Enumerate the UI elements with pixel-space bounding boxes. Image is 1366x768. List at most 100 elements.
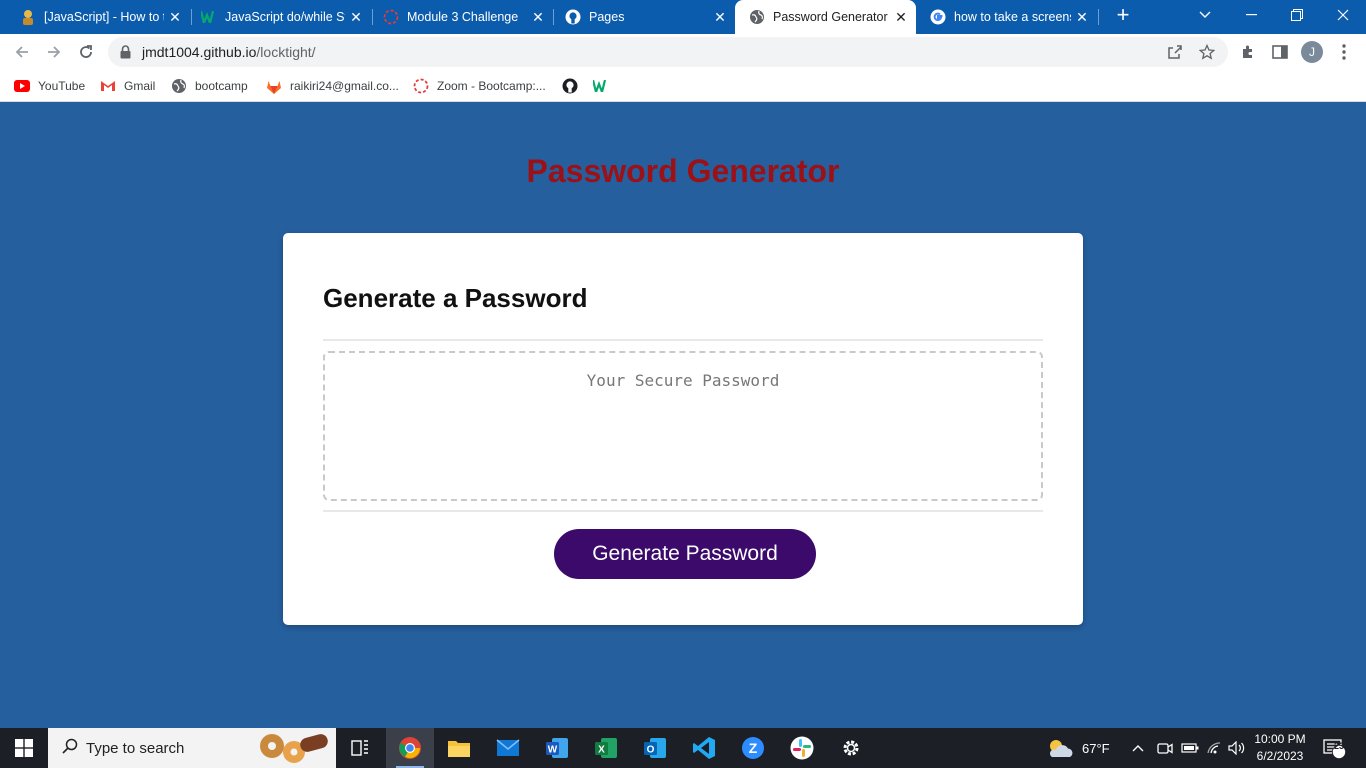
taskbar-settings[interactable]	[827, 728, 875, 768]
side-panel-icon[interactable]	[1270, 42, 1290, 62]
tab-title: Password Generator	[773, 10, 888, 24]
bookmark-star-icon[interactable]	[1198, 43, 1216, 61]
bookmark-github[interactable]	[562, 76, 586, 96]
svg-text:X: X	[598, 745, 605, 756]
bookmark-label: YouTube	[38, 79, 86, 93]
clock-time: 10:00 PM	[1254, 732, 1306, 746]
extensions-puzzle-icon[interactable]	[1238, 42, 1258, 62]
back-button[interactable]	[8, 38, 36, 66]
tab-pages[interactable]: Pages ✕	[551, 0, 735, 34]
taskbar-zoom[interactable]: Z	[729, 728, 777, 768]
menu-kebab-icon[interactable]	[1334, 42, 1354, 62]
close-icon[interactable]: ✕	[709, 9, 731, 26]
battery-button[interactable]	[1181, 728, 1199, 768]
taskbar-file-explorer[interactable]	[435, 728, 483, 768]
wifi-icon	[1207, 742, 1221, 754]
restore-icon	[1291, 9, 1303, 21]
password-output[interactable]	[323, 351, 1043, 501]
volume-button[interactable]	[1228, 728, 1246, 768]
word-icon: W	[546, 738, 568, 758]
browser-toolbar: jmdt1004.github.io/locktight/ J	[0, 34, 1366, 70]
forward-button[interactable]	[40, 38, 68, 66]
system-clock[interactable]: 10:00 PM 6/2/2023	[1248, 731, 1312, 765]
show-hidden-icons-button[interactable]	[1132, 728, 1144, 768]
tab-javascript-do-while[interactable]: JavaScript do/while St ✕	[187, 0, 371, 34]
taskbar-mail[interactable]	[484, 728, 532, 768]
meet-now-button[interactable]	[1157, 728, 1173, 768]
close-icon	[1337, 9, 1349, 21]
excel-icon: X	[595, 738, 617, 758]
bookmark-bootcamp[interactable]: bootcamp	[171, 76, 248, 96]
close-icon[interactable]: ✕	[890, 9, 912, 26]
tab-javascript-how-to[interactable]: [JavaScript] - How to t ✕	[6, 0, 190, 34]
start-button[interactable]	[0, 728, 48, 768]
bookmark-label: Zoom - Bootcamp:...	[437, 79, 546, 93]
close-icon[interactable]: ✕	[345, 9, 367, 26]
profile-avatar[interactable]: J	[1301, 41, 1323, 63]
outlook-icon: O	[644, 738, 666, 758]
close-icon[interactable]: ✕	[164, 9, 186, 26]
mail-icon	[496, 739, 520, 756]
cloudy-weather-icon	[1049, 740, 1073, 757]
search-icon	[62, 738, 78, 759]
divider	[323, 510, 1043, 512]
svg-text:W: W	[548, 745, 558, 756]
task-view-button[interactable]	[336, 728, 384, 768]
network-button[interactable]	[1206, 728, 1222, 768]
chrome-icon	[399, 737, 421, 759]
generate-password-button[interactable]: Generate Password	[554, 529, 816, 579]
notification-center-button[interactable]: 23	[1322, 728, 1346, 768]
camera-icon	[1157, 743, 1173, 754]
tab-module-3-challenge[interactable]: Module 3 Challenge ✕	[369, 0, 553, 34]
taskbar-slack[interactable]	[778, 728, 826, 768]
bookmark-gmail[interactable]: Gmail	[100, 76, 155, 96]
task-view-icon	[351, 740, 368, 756]
gmail-icon	[100, 78, 116, 94]
taskbar-vscode[interactable]	[680, 728, 728, 768]
generator-card: Generate a Password Generate Password	[283, 233, 1083, 625]
tab-password-generator[interactable]: Password Generator ✕	[735, 0, 916, 34]
gitlab-icon	[266, 78, 282, 94]
slack-icon	[790, 736, 814, 760]
share-icon[interactable]	[1166, 43, 1184, 61]
tab-title: JavaScript do/while St	[225, 10, 345, 24]
bookmark-youtube[interactable]: YouTube	[14, 76, 85, 96]
tab-search-button[interactable]	[1182, 0, 1228, 30]
bookmark-w3schools[interactable]	[593, 76, 617, 96]
taskbar-search[interactable]: Type to search	[48, 728, 336, 768]
page-content: Password Generator Generate a Password G…	[0, 103, 1366, 728]
vscode-icon	[693, 737, 715, 759]
tab-how-to-take-screenshot[interactable]: how to take a screensh ✕	[916, 0, 1097, 34]
bookmark-zoom[interactable]: Zoom - Bootcamp:...	[413, 76, 546, 96]
minimize-button[interactable]	[1228, 0, 1274, 30]
taskbar-word[interactable]: W	[533, 728, 581, 768]
donut-illustration-icon	[256, 732, 330, 768]
taskbar-excel[interactable]: X	[582, 728, 630, 768]
bookmark-gitlab[interactable]: raikiri24@gmail.co...	[266, 76, 399, 96]
new-tab-button[interactable]: +	[1100, 0, 1146, 30]
reload-button[interactable]	[72, 38, 100, 66]
user-avatar-icon	[20, 9, 36, 25]
svg-text:O: O	[647, 745, 655, 756]
tab-title: Pages	[589, 10, 625, 24]
github-icon	[562, 78, 578, 94]
loading-spinner-icon	[383, 9, 399, 25]
taskbar-chrome[interactable]	[386, 728, 434, 768]
zoom-icon: Z	[742, 737, 764, 759]
weather-temperature: 67°F	[1082, 740, 1110, 756]
close-icon[interactable]: ✕	[1071, 9, 1093, 26]
weather-widget[interactable]: 67°F	[1046, 728, 1110, 768]
tab-title: how to take a screensh	[954, 10, 1071, 24]
url-host: jmdt1004.github.io	[142, 44, 257, 60]
address-bar[interactable]: jmdt1004.github.io/locktight/	[108, 37, 1228, 67]
restore-button[interactable]	[1274, 0, 1320, 30]
close-icon[interactable]: ✕	[527, 9, 549, 26]
clock-date: 6/2/2023	[1256, 749, 1304, 763]
windows-logo-icon	[15, 739, 33, 757]
chevron-up-icon	[1132, 745, 1144, 752]
arrow-left-icon	[15, 46, 28, 58]
taskbar-outlook[interactable]: O	[631, 728, 679, 768]
w3schools-icon	[201, 9, 217, 25]
url-path: /locktight/	[256, 44, 316, 60]
close-window-button[interactable]	[1320, 0, 1366, 30]
